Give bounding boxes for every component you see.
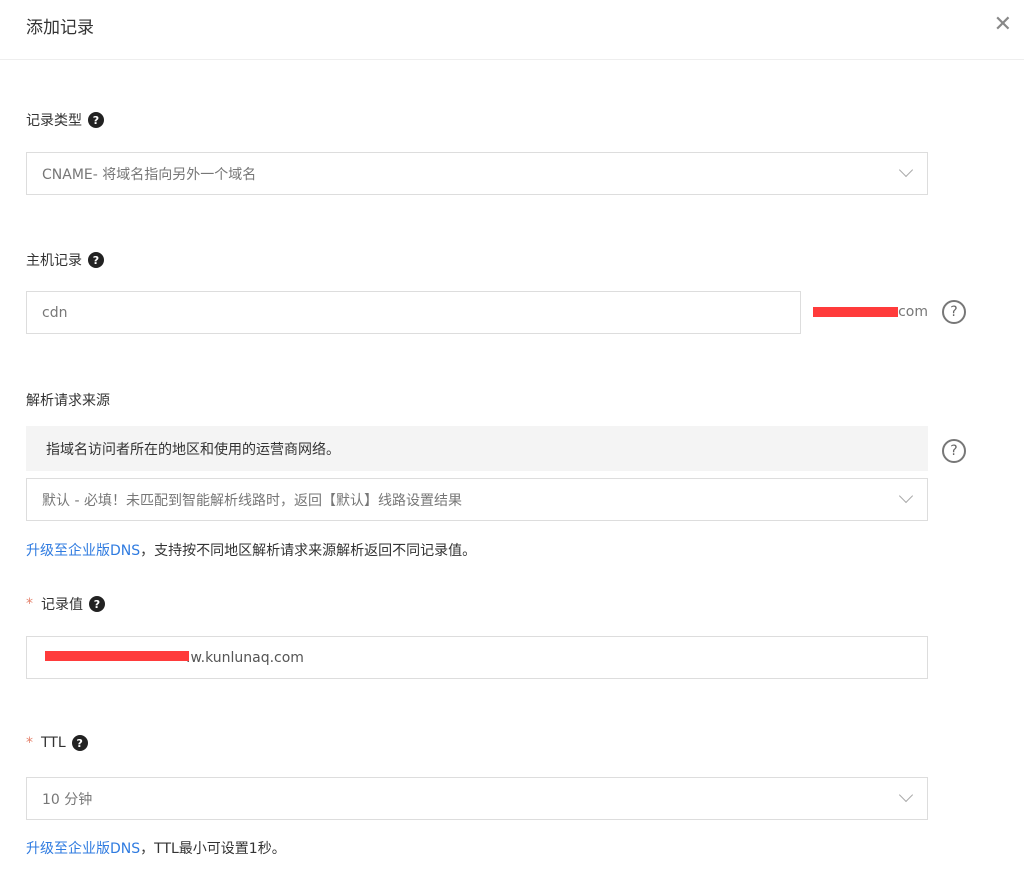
label-text: 主机记录 <box>26 253 82 269</box>
question-circle-icon[interactable]: ? <box>942 439 966 463</box>
upgrade-link[interactable]: 升级至企业版DNS <box>26 543 140 559</box>
selected-value: 10 分钟 <box>42 791 93 808</box>
record-type-select[interactable]: CNAME- 将域名指向另外一个域名 <box>26 152 928 195</box>
help-icon[interactable]: ? <box>71 735 88 751</box>
redaction <box>45 651 189 661</box>
input-value: .w.kunlunaq.com <box>186 649 304 666</box>
source-select[interactable]: 默认 - 必填！未匹配到智能解析线路时，返回【默认】线路设置结果 <box>26 478 928 521</box>
ttl-select[interactable]: 10 分钟 <box>26 777 928 820</box>
help-icon[interactable]: ? <box>88 112 104 128</box>
upgrade-link[interactable]: 升级至企业版DNS <box>26 841 140 857</box>
close-icon[interactable]: ✕ <box>994 12 1012 37</box>
value-label: * 记录值? <box>26 594 105 614</box>
help-icon[interactable]: ? <box>89 596 105 612</box>
label-text: TTL <box>41 735 66 751</box>
source-label: 解析请求来源 <box>26 390 110 410</box>
chevron-down-icon <box>898 488 914 504</box>
label-text: 解析请求来源 <box>26 393 110 409</box>
host-input[interactable]: cdn <box>26 291 801 334</box>
chevron-down-icon <box>898 787 914 803</box>
label-text: 记录类型 <box>26 113 82 129</box>
selected-value: CNAME- 将域名指向另外一个域名 <box>42 166 257 183</box>
chevron-down-icon <box>898 162 914 178</box>
note-text: ，支持按不同地区解析请求来源解析返回不同记录值。 <box>140 543 477 559</box>
suffix-text: .com <box>893 304 928 320</box>
source-info: 指域名访问者所在的地区和使用的运营商网络。 <box>26 426 928 471</box>
dialog-title: 添加记录 <box>26 18 94 38</box>
source-upgrade-note: 升级至企业版DNS，支持按不同地区解析请求来源解析返回不同记录值。 <box>26 540 476 560</box>
redaction <box>813 307 898 317</box>
ttl-label: * TTL? <box>26 735 88 751</box>
record-type-label: 记录类型? <box>26 110 104 130</box>
dialog-header: 添加记录 ✕ <box>0 0 1024 60</box>
host-label: 主机记录? <box>26 250 104 270</box>
input-value: cdn <box>42 304 68 321</box>
note-text: ，TTL最小可设置1秒。 <box>140 841 286 857</box>
required-mark: * <box>26 735 33 751</box>
required-mark: * <box>26 596 33 612</box>
help-icon[interactable]: ? <box>88 252 104 268</box>
question-circle-icon[interactable]: ? <box>942 300 966 324</box>
selected-value: 默认 - 必填！未匹配到智能解析线路时，返回【默认】线路设置结果 <box>42 492 462 509</box>
ttl-upgrade-note: 升级至企业版DNS，TTL最小可设置1秒。 <box>26 838 286 858</box>
label-text: 记录值 <box>41 597 83 613</box>
